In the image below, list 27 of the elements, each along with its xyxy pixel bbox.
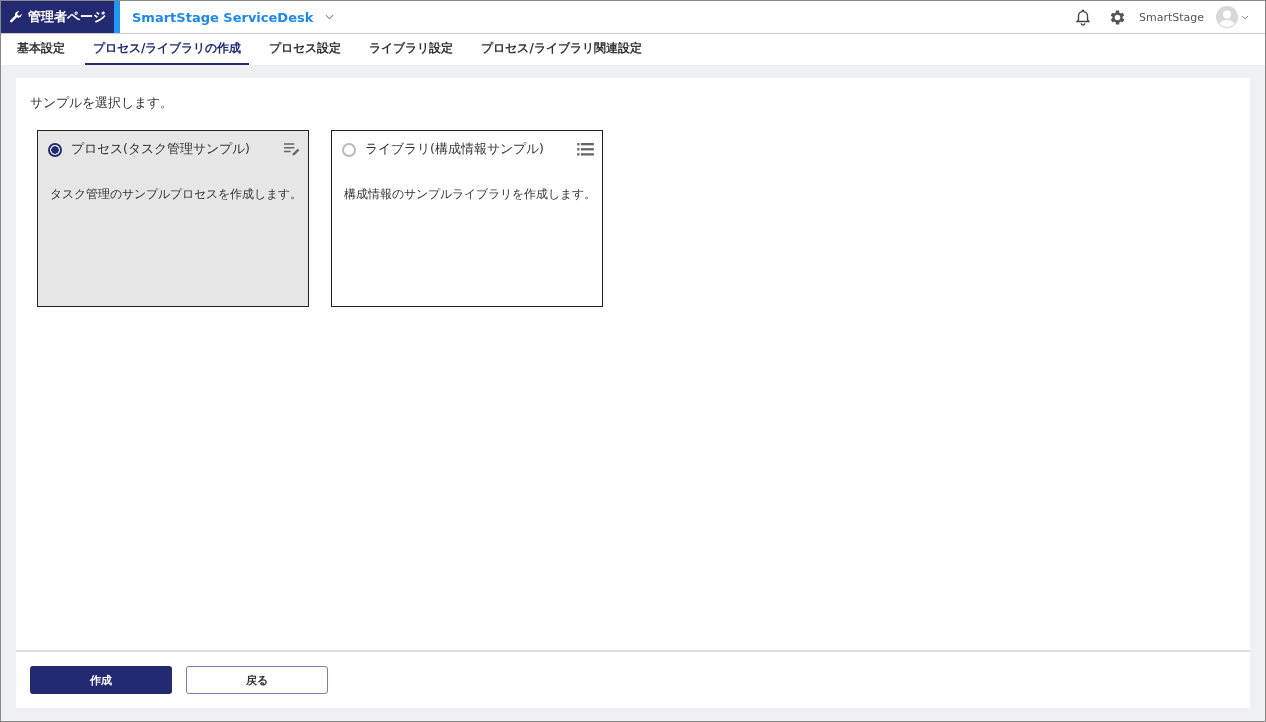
- radio-button[interactable]: [48, 142, 62, 157]
- list-icon: [577, 143, 594, 156]
- radio-button[interactable]: [342, 142, 356, 157]
- edit-list-icon: [283, 142, 300, 157]
- bell-icon[interactable]: [1073, 8, 1092, 26]
- chevron-down-icon: [325, 14, 335, 20]
- chevron-down-icon: [1241, 14, 1249, 20]
- user-name: SmartStage: [1138, 10, 1204, 24]
- tab[interactable]: ライブラリ設定: [361, 34, 462, 65]
- accent-bar: [114, 1, 120, 33]
- tab[interactable]: 基本設定: [9, 34, 73, 65]
- option-title: プロセス(タスク管理サンプル): [71, 141, 251, 158]
- tab[interactable]: プロセス/ライブラリの作成: [85, 34, 250, 65]
- back-button[interactable]: 戻る: [186, 666, 328, 694]
- avatar-icon: [1216, 6, 1238, 28]
- tab[interactable]: プロセス設定: [261, 34, 350, 65]
- create-button[interactable]: 作成: [30, 666, 172, 694]
- app-selector[interactable]: SmartStage ServiceDesk: [128, 9, 339, 25]
- sample-option-card[interactable]: ライブラリ(構成情報サンプル) 構成情報のサンプルライブラリを作成します。: [331, 130, 603, 307]
- option-title: ライブラリ(構成情報サンプル): [365, 141, 545, 158]
- admin-page-title: 管理者ページ: [28, 8, 106, 26]
- option-description: 構成情報のサンプルライブラリを作成します。: [344, 186, 594, 203]
- option-description: タスク管理のサンプルプロセスを作成します。: [50, 186, 300, 203]
- instruction-text: サンプルを選択します。: [30, 94, 174, 112]
- sample-option-card[interactable]: プロセス(タスク管理サンプル) タスク管理のサンプルプロセスを作成します。: [37, 130, 309, 307]
- tab[interactable]: プロセス/ライブラリ関連設定: [473, 34, 650, 65]
- wrench-icon: [9, 10, 23, 24]
